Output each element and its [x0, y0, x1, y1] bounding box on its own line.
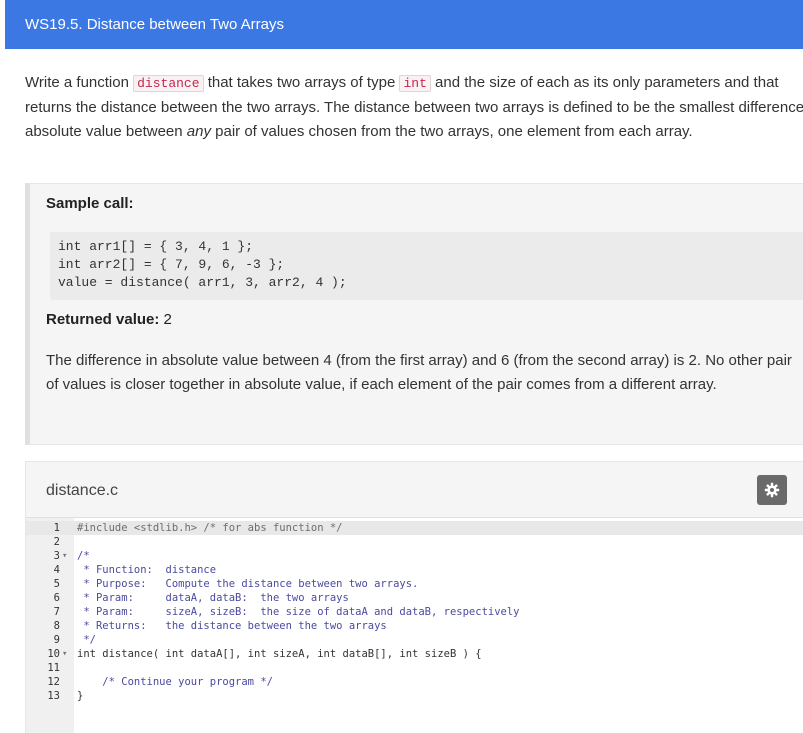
line-number: 8	[53, 620, 60, 632]
line-number: 9	[53, 634, 60, 646]
page-title: WS19.5. Distance between Two Arrays	[25, 16, 285, 33]
code-line-text: */	[77, 634, 96, 646]
line-number: 3	[53, 550, 60, 562]
code-line-text: #include <stdlib.h> /* for abs function …	[77, 522, 343, 534]
code-line[interactable]: 13}	[26, 689, 803, 703]
sample-call-heading: Sample call:	[46, 195, 134, 212]
code-line[interactable]: 2	[26, 535, 803, 549]
code-line-text: * Param: sizeA, sizeB: the size of dataA…	[77, 606, 520, 618]
sample-explanation: The difference in absolute value between…	[46, 352, 792, 393]
page-header: WS19.5. Distance between Two Arrays	[5, 0, 803, 49]
returned-value-number: 2	[163, 311, 172, 328]
code-line[interactable]: 5 * Purpose: Compute the distance betwee…	[26, 577, 803, 591]
code-line-text: * Purpose: Compute the distance between …	[77, 578, 419, 590]
line-number: 4	[53, 564, 60, 576]
code-line-text: }	[77, 690, 84, 702]
code-line-text: int distance( int dataA[], int sizeA, in…	[77, 648, 482, 660]
function-name-code: distance	[133, 75, 204, 92]
returned-value: Returned value: 2	[46, 311, 172, 328]
code-line[interactable]: 10 ▾ int distance( int dataA[], int sizeA,…	[26, 647, 803, 661]
code-line-text: /*	[77, 550, 90, 562]
code-line[interactable]: 12 /* Continue your program */	[26, 675, 803, 689]
fold-toggle-icon[interactable]: ▾	[62, 647, 67, 661]
code-line[interactable]: 6 * Param: dataA, dataB: the two arrays	[26, 591, 803, 605]
line-number: 12	[47, 676, 60, 688]
line-number: 2	[53, 536, 60, 548]
line-number: 6	[53, 592, 60, 604]
prompt-emphasis: any	[186, 123, 211, 140]
code-editor-panel: distance.c 1 #include <stdlib.h> /* for a…	[25, 461, 803, 733]
type-name-code: int	[399, 75, 431, 92]
code-line[interactable]: 9 */	[26, 633, 803, 647]
sample-code-line: int arr2[] = { 7, 9, 6, -3 };	[58, 257, 285, 272]
line-number: 5	[53, 578, 60, 590]
settings-button[interactable]	[757, 475, 787, 505]
code-line[interactable]: 11	[26, 661, 803, 675]
gear-icon	[764, 482, 780, 498]
line-number: 7	[53, 606, 60, 618]
code-line[interactable]: 1 #include <stdlib.h> /* for abs function…	[26, 521, 803, 535]
sample-call-box: Sample call: int arr1[] = { 3, 4, 1 }; i…	[25, 183, 803, 445]
line-number: 13	[47, 690, 60, 702]
code-line-text: * Param: dataA, dataB: the two arrays	[77, 592, 349, 604]
line-number: 11	[47, 662, 60, 674]
problem-text: Write a function distance that takes two…	[25, 71, 803, 144]
sample-code-line: value = distance( arr1, 3, arr2, 4 );	[58, 275, 347, 290]
fold-toggle-icon[interactable]: ▾	[62, 549, 67, 563]
returned-value-label: Returned value:	[46, 311, 160, 328]
code-line[interactable]: 3 ▾ /*	[26, 549, 803, 563]
code-editor[interactable]: 1 #include <stdlib.h> /* for abs function…	[26, 517, 803, 733]
sample-code: int arr1[] = { 3, 4, 1 }; int arr2[] = {…	[58, 238, 347, 292]
prompt-text-4: pair of values chosen from the two array…	[210, 123, 693, 140]
code-line-text: /* Continue your program */	[77, 676, 273, 688]
code-line[interactable]: 4 * Function: distance	[26, 563, 803, 577]
problem-description: Write a function distance that takes two…	[25, 71, 803, 144]
code-line-text: * Returns: the distance between the two …	[77, 620, 387, 632]
code-line-text: * Function: distance	[77, 564, 217, 576]
code-line[interactable]: 8 * Returns: the distance between the tw…	[26, 619, 803, 633]
line-number: 1	[53, 522, 60, 534]
code-line[interactable]: 7 * Param: sizeA, sizeB: the size of dat…	[26, 605, 803, 619]
file-name: distance.c	[46, 482, 119, 499]
prompt-text-2: that takes two arrays of type	[203, 74, 400, 91]
line-number: 10	[47, 648, 60, 660]
prompt-text-1: Write a function	[25, 74, 134, 91]
sample-code-line: int arr1[] = { 3, 4, 1 };	[58, 239, 254, 254]
sample-code-block: int arr1[] = { 3, 4, 1 }; int arr2[] = {…	[50, 232, 803, 300]
